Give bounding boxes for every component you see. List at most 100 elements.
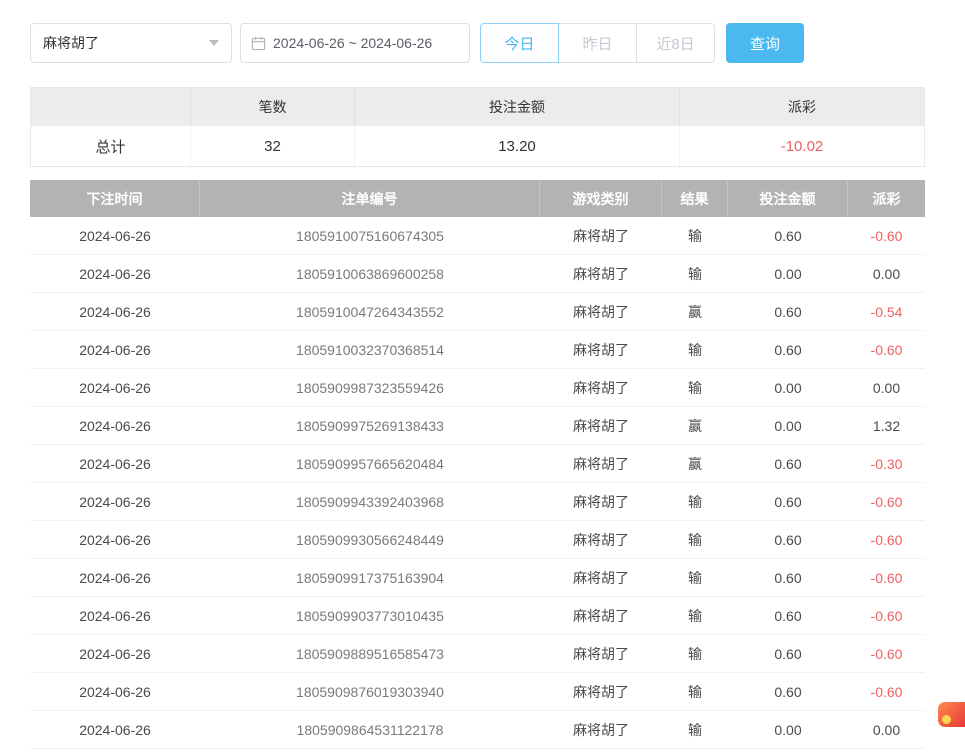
cell-bet-time: 2024-06-26 [30,217,200,254]
date-range-picker[interactable]: 2024-06-26 ~ 2024-06-26 [240,23,470,63]
table-row: 2024-06-26 1805909864531122178 麻将胡了 输 0.… [30,711,925,749]
cell-bet-time: 2024-06-26 [30,407,200,444]
cell-result: 输 [662,559,728,596]
cell-payout: -0.60 [848,635,925,672]
cell-result: 输 [662,483,728,520]
cell-game-category: 麻将胡了 [540,483,662,520]
cell-bet-amount: 0.60 [728,331,848,368]
cell-payout: -0.30 [848,445,925,482]
cell-bet-time: 2024-06-26 [30,635,200,672]
table-row: 2024-06-26 1805909917375163904 麻将胡了 输 0.… [30,559,925,597]
cell-bet-amount: 0.00 [728,369,848,406]
table-row: 2024-06-26 1805910032370368514 麻将胡了 输 0.… [30,331,925,369]
table-row: 2024-06-26 1805909930566248449 麻将胡了 输 0.… [30,521,925,559]
cell-bet-amount: 0.60 [728,483,848,520]
cell-game-category: 麻将胡了 [540,597,662,634]
cell-bet-amount: 0.60 [728,597,848,634]
date-range-text: 2024-06-26 ~ 2024-06-26 [273,35,432,51]
cell-game-category: 麻将胡了 [540,369,662,406]
game-select-value: 麻将胡了 [43,33,99,53]
cell-bet-id: 1805909957665620484 [200,445,540,482]
cell-bet-amount: 0.60 [728,521,848,558]
summary-header-row: 笔数 投注金额 派彩 [31,88,924,126]
calendar-icon [251,36,266,51]
query-button[interactable]: 查询 [726,23,804,63]
col-header-payout: 派彩 [848,180,925,217]
cell-bet-time: 2024-06-26 [30,293,200,330]
quick-filter-today-button[interactable]: 今日 [480,23,559,63]
chevron-down-icon [209,40,219,46]
cell-bet-id: 1805910047264343552 [200,293,540,330]
cell-bet-amount: 0.60 [728,673,848,710]
customer-service-float-icon[interactable] [938,702,965,727]
table-row: 2024-06-26 1805910075160674305 麻将胡了 输 0.… [30,217,925,255]
cell-bet-id: 1805909943392403968 [200,483,540,520]
cell-game-category: 麻将胡了 [540,293,662,330]
cell-game-category: 麻将胡了 [540,331,662,368]
cell-payout: -0.60 [848,673,925,710]
betting-records-page: 麻将胡了 2024-06-26 ~ 2024-06-26 今日 昨日 近8日 查… [30,23,925,749]
cell-payout: -0.60 [848,217,925,254]
cell-result: 输 [662,673,728,710]
filter-bar: 麻将胡了 2024-06-26 ~ 2024-06-26 今日 昨日 近8日 查… [30,23,925,63]
cell-bet-time: 2024-06-26 [30,369,200,406]
cell-bet-id: 1805909930566248449 [200,521,540,558]
cell-bet-time: 2024-06-26 [30,597,200,634]
table-row: 2024-06-26 1805909987323559426 麻将胡了 输 0.… [30,369,925,407]
quick-filter-yesterday-button[interactable]: 昨日 [558,23,637,63]
summary-table: 笔数 投注金额 派彩 总计 32 13.20 -10.02 [30,87,925,167]
summary-header-blank [31,88,191,126]
summary-total-row: 总计 32 13.20 -10.02 [31,126,924,166]
cell-result: 输 [662,369,728,406]
cell-bet-id: 1805910032370368514 [200,331,540,368]
cell-result: 赢 [662,445,728,482]
cell-payout: -0.60 [848,331,925,368]
table-row: 2024-06-26 1805910063869600258 麻将胡了 输 0.… [30,255,925,293]
game-select[interactable]: 麻将胡了 [30,23,232,63]
cell-payout: -0.60 [848,597,925,634]
cell-result: 输 [662,331,728,368]
table-row: 2024-06-26 1805909876019303940 麻将胡了 输 0.… [30,673,925,711]
cell-game-category: 麻将胡了 [540,521,662,558]
summary-header-bet-amount: 投注金额 [355,88,680,126]
cell-payout: 0.00 [848,369,925,406]
cell-result: 输 [662,521,728,558]
cell-bet-amount: 0.60 [728,293,848,330]
cell-result: 输 [662,255,728,292]
cell-result: 输 [662,217,728,254]
cell-bet-time: 2024-06-26 [30,673,200,710]
cell-game-category: 麻将胡了 [540,445,662,482]
table-row: 2024-06-26 1805909943392403968 麻将胡了 输 0.… [30,483,925,521]
summary-total-payout: -10.02 [680,126,924,166]
summary-header-payout: 派彩 [680,88,924,126]
quick-filter-last8days-button[interactable]: 近8日 [636,23,715,63]
table-header-row: 下注时间 注单编号 游戏类别 结果 投注金额 派彩 [30,180,925,217]
summary-header-count: 笔数 [191,88,355,126]
col-header-game-category: 游戏类别 [540,180,662,217]
bet-records-table: 下注时间 注单编号 游戏类别 结果 投注金额 派彩 2024-06-26 180… [30,180,925,749]
cell-result: 赢 [662,407,728,444]
cell-bet-amount: 0.60 [728,445,848,482]
cell-bet-time: 2024-06-26 [30,521,200,558]
cell-bet-time: 2024-06-26 [30,483,200,520]
cell-bet-id: 1805909975269138433 [200,407,540,444]
table-row: 2024-06-26 1805909975269138433 麻将胡了 赢 0.… [30,407,925,445]
summary-total-bet-amount: 13.20 [355,126,680,166]
cell-game-category: 麻将胡了 [540,635,662,672]
cell-payout: 1.32 [848,407,925,444]
cell-payout: -0.60 [848,559,925,596]
cell-game-category: 麻将胡了 [540,255,662,292]
cell-bet-id: 1805909889516585473 [200,635,540,672]
col-header-bet-id: 注单编号 [200,180,540,217]
table-row: 2024-06-26 1805909903773010435 麻将胡了 输 0.… [30,597,925,635]
cell-bet-time: 2024-06-26 [30,559,200,596]
cell-payout: 0.00 [848,255,925,292]
cell-bet-id: 1805910075160674305 [200,217,540,254]
cell-bet-amount: 0.60 [728,559,848,596]
cell-payout: -0.60 [848,521,925,558]
col-header-bet-amount: 投注金额 [728,180,848,217]
summary-total-label: 总计 [31,126,191,166]
cell-bet-id: 1805909987323559426 [200,369,540,406]
cell-bet-id: 1805910063869600258 [200,255,540,292]
cell-result: 输 [662,635,728,672]
